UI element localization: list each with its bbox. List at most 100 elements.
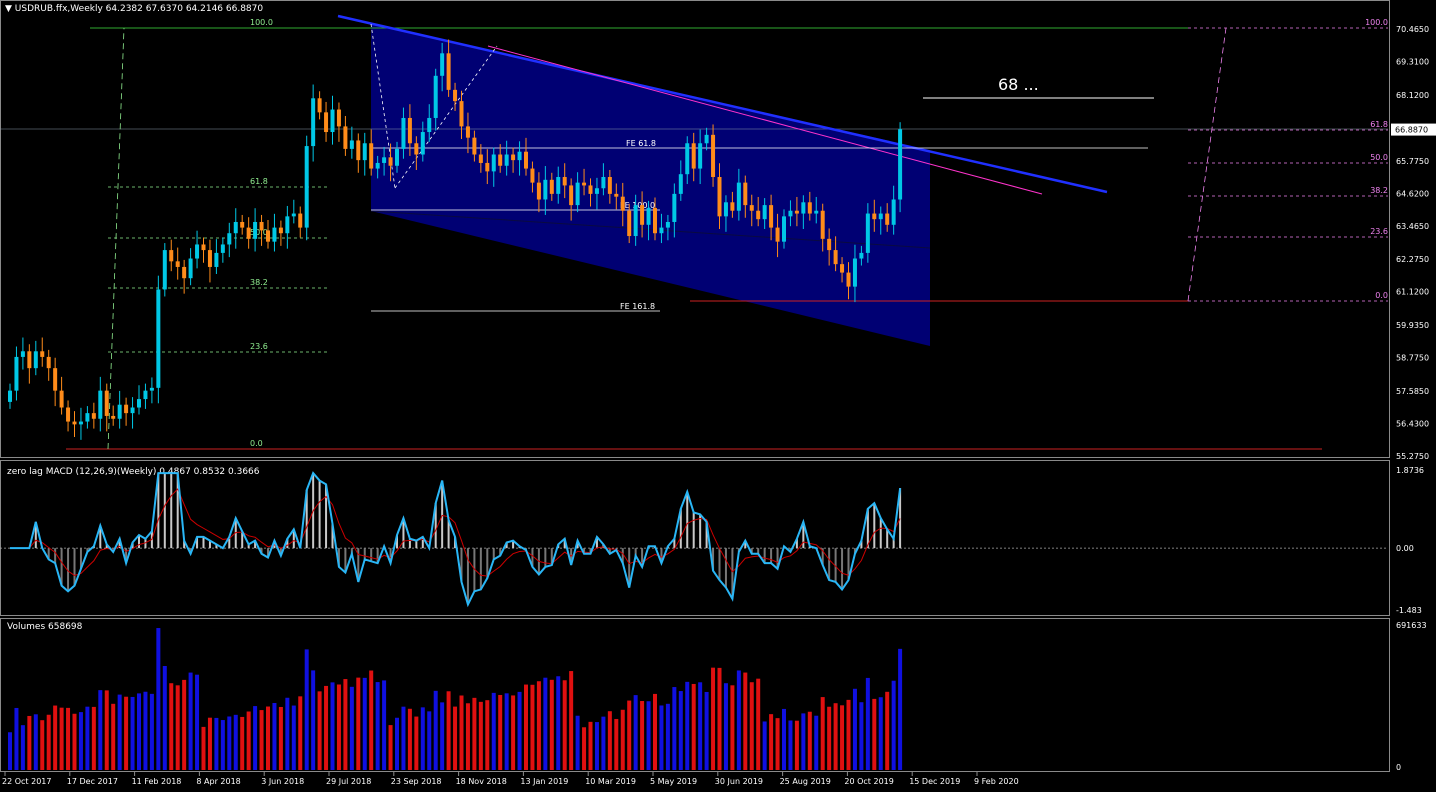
candle-body (807, 202, 812, 214)
volume-bar (440, 702, 445, 770)
candle-body (498, 154, 503, 166)
volume-bar (240, 716, 245, 770)
candle-body (672, 193, 677, 222)
price-tick-label: 68.1200 (1396, 91, 1429, 100)
candle-body (259, 221, 264, 231)
candle-body (317, 98, 322, 113)
volume-bar (846, 699, 851, 770)
volume-bar (775, 718, 780, 770)
volume-bar (272, 702, 277, 770)
fib-left-level-label: 0.0 (250, 439, 263, 448)
candle-body (852, 258, 857, 287)
candle-body (85, 413, 90, 422)
x-axis-label: 22 Oct 2017 (2, 777, 51, 786)
candle-body (524, 151, 528, 169)
volume-bar (878, 697, 883, 770)
volume-bar (111, 703, 116, 770)
volume-bar (27, 715, 32, 770)
volume-bar (698, 682, 703, 770)
volume-bar (266, 706, 270, 770)
candle-body (504, 154, 509, 166)
volume-bar (220, 720, 225, 770)
volume-bar (201, 726, 206, 770)
volume-bar (59, 707, 64, 770)
volume-bar (382, 680, 387, 770)
volume-bar (459, 695, 464, 770)
candle-body (214, 252, 219, 267)
candle-body (569, 185, 574, 206)
volume-bar (66, 707, 71, 770)
candle-body (646, 207, 651, 225)
x-axis-label: 18 Nov 2018 (456, 777, 507, 786)
candle-body (678, 174, 683, 194)
candle-body (59, 390, 64, 408)
volume-bar (717, 667, 722, 770)
volume-bar (395, 717, 399, 770)
fib-left-level-label: 100.0 (250, 18, 273, 27)
price-tick-label: 62.2750 (1396, 255, 1429, 264)
volume-bar (8, 732, 12, 770)
x-axis-label: 10 Mar 2019 (585, 777, 636, 786)
macd-tick-label: 0.00 (1396, 544, 1414, 553)
candle-body (440, 53, 445, 76)
fe-label: FE 161.8 (620, 302, 655, 311)
volume-bar (478, 701, 483, 770)
candle-body (491, 154, 496, 172)
x-axis-label: 15 Dec 2019 (909, 777, 960, 786)
candle-body (175, 261, 180, 267)
volume-bar (885, 691, 890, 770)
current-price-label: 66.8870 (1395, 126, 1428, 135)
volume-bar (137, 693, 141, 770)
volume-bar (640, 701, 645, 770)
volume-bar (169, 683, 174, 770)
x-axis-label: 29 Jul 2018 (326, 777, 371, 786)
volume-bar (311, 670, 316, 770)
candle-body (433, 75, 438, 118)
candle-body (182, 266, 187, 279)
volume-bar (465, 703, 470, 770)
candle-body (736, 182, 741, 211)
volume-bar (562, 680, 567, 770)
volume-bar (756, 678, 761, 770)
regression-channel (371, 24, 930, 346)
candle-body (388, 157, 393, 166)
price-tick-label: 59.9350 (1396, 321, 1429, 330)
volume-bar (543, 677, 548, 770)
candle-body (794, 210, 799, 214)
volume-bar (749, 682, 754, 770)
candle-body (891, 199, 896, 225)
candle-body (665, 221, 670, 228)
volume-bar (517, 691, 522, 770)
candle-body (607, 177, 612, 194)
candle-body (324, 112, 329, 133)
volume-bar (427, 711, 432, 770)
x-axis-label: 13 Jan 2019 (520, 777, 568, 786)
x-axis-label: 5 May 2019 (650, 777, 697, 786)
volume-bar (788, 720, 793, 770)
candle-body (395, 148, 399, 166)
volume-bar (730, 685, 735, 770)
x-axis-label: 30 Jun 2019 (715, 777, 763, 786)
volume-bar (678, 691, 683, 770)
fib-right-level-label: 100.0 (1365, 18, 1388, 27)
candle-body (865, 213, 870, 253)
volume-bar (375, 682, 380, 770)
candle-body (723, 202, 728, 217)
volume-bar (536, 681, 541, 770)
x-axis-label: 3 Jun 2018 (261, 777, 304, 786)
candle-body (272, 227, 277, 242)
volume-bar (685, 681, 690, 770)
candle-body (375, 162, 380, 169)
volume-bar (653, 693, 657, 770)
candle-body (594, 188, 599, 194)
volume-bar (291, 705, 296, 770)
candle-body (207, 250, 212, 267)
candle-body (291, 213, 296, 217)
volume-bar (588, 721, 593, 770)
fib-right-trend (1187, 27, 1227, 302)
candle-body (253, 221, 258, 239)
candle-body (601, 177, 606, 189)
candle-body (614, 193, 619, 197)
candle-body (743, 182, 748, 206)
volume-bar (78, 712, 83, 770)
